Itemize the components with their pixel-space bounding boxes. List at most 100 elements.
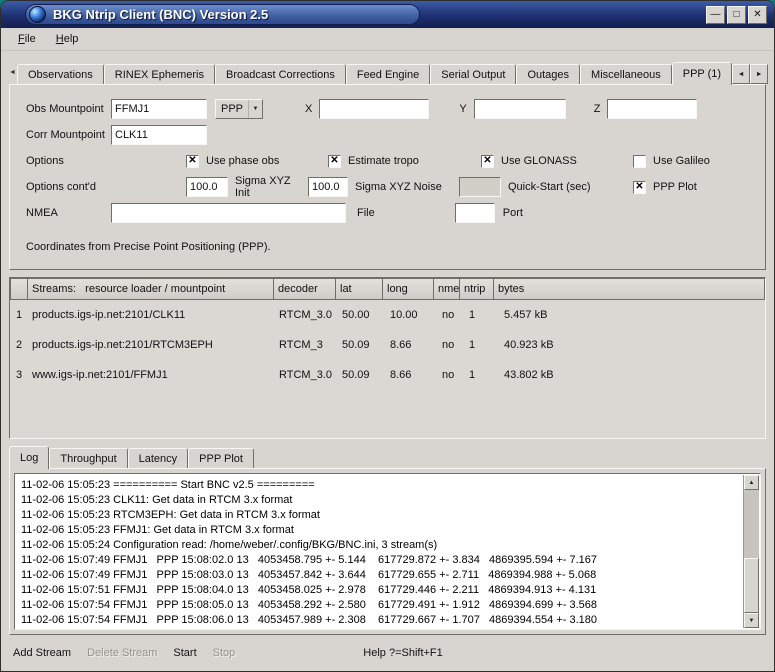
obs-mountpoint-label: Obs Mountpoint bbox=[26, 103, 111, 115]
stream-nmea: no bbox=[438, 369, 465, 381]
options-row: Options ✕ Use phase obs ✕ Estimate tropo… bbox=[26, 148, 749, 174]
tab-log[interactable]: Log bbox=[9, 446, 49, 469]
scroll-down-icon[interactable]: ▼ bbox=[744, 613, 759, 628]
tab-outages[interactable]: Outages bbox=[516, 64, 580, 84]
nmea-port-input[interactable] bbox=[455, 203, 495, 223]
log-panel: 11-02-06 15:05:23 ========== Start BNC v… bbox=[9, 468, 766, 635]
tab-observations[interactable]: Observations bbox=[17, 64, 104, 84]
sigma-xyz-init-input[interactable] bbox=[186, 177, 228, 197]
stream-lat: 50.09 bbox=[338, 369, 386, 381]
scrollbar-thumb[interactable] bbox=[744, 558, 759, 613]
x-input[interactable] bbox=[319, 99, 429, 119]
tab-latency[interactable]: Latency bbox=[128, 448, 189, 468]
estimate-tropo-checkbox[interactable]: ✕ bbox=[328, 155, 341, 168]
scroll-up-icon[interactable]: ▲ bbox=[744, 475, 759, 490]
ppp-plot-checkbox[interactable]: ✕ bbox=[633, 181, 646, 194]
tab-ppp-plot[interactable]: PPP Plot bbox=[188, 448, 254, 468]
nmea-file-input[interactable] bbox=[111, 203, 346, 223]
sigma-xyz-noise-input[interactable] bbox=[308, 177, 348, 197]
quick-start-group: Quick-Start (sec) bbox=[459, 177, 633, 197]
header-bytes: bytes bbox=[493, 278, 765, 300]
header-lat: lat bbox=[335, 278, 383, 300]
streams-table: Streams: resource loader / mountpoint de… bbox=[9, 277, 766, 439]
add-stream-button[interactable]: Add Stream bbox=[13, 647, 71, 659]
log-lines: 11-02-06 15:05:23 ========== Start BNC v… bbox=[16, 475, 742, 628]
tab-ppp[interactable]: PPP (1) bbox=[672, 62, 732, 85]
stream-nmea: no bbox=[438, 309, 465, 321]
stream-mountpoint: www.igs-ip.net:2101/FFMJ1 bbox=[28, 369, 275, 381]
window-controls: — □ ✕ bbox=[706, 6, 767, 24]
tab-rinex-ephemeris[interactable]: RINEX Ephemeris bbox=[104, 64, 215, 84]
close-button[interactable]: ✕ bbox=[748, 6, 767, 24]
nmea-file-label: File bbox=[357, 207, 375, 219]
stream-ntrip: 1 bbox=[465, 339, 500, 351]
action-bar: Add Stream Delete Stream Start Stop Help… bbox=[1, 635, 774, 659]
sigma-xyz-init-group: Sigma XYZ Init bbox=[186, 175, 308, 199]
quick-start-input bbox=[459, 177, 501, 197]
stream-decoder: RTCM_3.0 bbox=[275, 309, 338, 321]
use-phase-obs-checkbox[interactable]: ✕ bbox=[186, 155, 199, 168]
estimate-tropo-label: Estimate tropo bbox=[348, 155, 419, 167]
header-long: long bbox=[382, 278, 434, 300]
log-line: 11-02-06 15:07:49 FFMJ1 PPP 15:08:03.0 1… bbox=[21, 568, 737, 583]
stream-row[interactable]: 3 www.igs-ip.net:2101/FFMJ1 RTCM_3.0 50.… bbox=[10, 360, 765, 390]
header-nmea: nmea bbox=[433, 278, 460, 300]
tab-miscellaneous[interactable]: Miscellaneous bbox=[580, 64, 672, 84]
ppp-mode-value: PPP bbox=[221, 103, 243, 115]
tab-scroll-left-button[interactable]: ◄ bbox=[732, 64, 750, 84]
stream-ntrip: 1 bbox=[465, 309, 500, 321]
log-scrollbar[interactable]: ▲ ▼ bbox=[743, 475, 759, 628]
use-phase-obs-option: ✕ Use phase obs bbox=[186, 155, 328, 168]
stream-row[interactable]: 2 products.igs-ip.net:2101/RTCM3EPH RTCM… bbox=[10, 330, 765, 360]
quick-start-label: Quick-Start (sec) bbox=[508, 181, 591, 193]
use-glonass-option: ✕ Use GLONASS bbox=[481, 155, 633, 168]
nmea-port-label: Port bbox=[503, 207, 523, 219]
minimize-button[interactable]: — bbox=[706, 6, 725, 24]
tab-scroll-right-button[interactable]: ► bbox=[750, 64, 768, 84]
stream-lat: 50.09 bbox=[338, 339, 386, 351]
log-line: 11-02-06 15:07:51 FFMJ1 PPP 15:08:04.0 1… bbox=[21, 583, 737, 598]
menu-file[interactable]: File bbox=[9, 30, 45, 48]
bnc-window: BKG Ntrip Client (BNC) Version 2.5 — □ ✕… bbox=[0, 0, 775, 672]
log-line: 11-02-06 15:05:24 Configuration read: /h… bbox=[21, 538, 737, 553]
start-button[interactable]: Start bbox=[173, 647, 196, 659]
ppp-mode-select[interactable]: PPP ▼ bbox=[215, 99, 263, 119]
corr-mountpoint-input[interactable] bbox=[111, 125, 207, 145]
options-contd-label: Options cont'd bbox=[26, 181, 111, 193]
bnc-app-icon bbox=[29, 6, 46, 23]
use-galileo-checkbox[interactable] bbox=[633, 155, 646, 168]
nmea-row: NMEA File Port bbox=[26, 200, 749, 226]
stream-mountpoint: products.igs-ip.net:2101/CLK11 bbox=[28, 309, 275, 321]
corr-mountpoint-label: Corr Mountpoint bbox=[26, 129, 111, 141]
header-mountpoint: Streams: resource loader / mountpoint bbox=[27, 278, 274, 300]
log-area[interactable]: 11-02-06 15:05:23 ========== Start BNC v… bbox=[14, 473, 761, 630]
ppp-description: Coordinates from Precise Point Positioni… bbox=[26, 241, 749, 253]
y-input[interactable] bbox=[474, 99, 566, 119]
use-glonass-checkbox[interactable]: ✕ bbox=[481, 155, 494, 168]
sigma-xyz-noise-label: Sigma XYZ Noise bbox=[355, 181, 442, 193]
titlebar[interactable]: BKG Ntrip Client (BNC) Version 2.5 — □ ✕ bbox=[1, 1, 774, 28]
log-line: 11-02-06 15:07:49 FFMJ1 PPP 15:08:02.0 1… bbox=[21, 553, 737, 568]
chevron-down-icon: ▼ bbox=[248, 100, 262, 118]
obs-mountpoint-input[interactable] bbox=[111, 99, 207, 119]
log-line: 11-02-06 15:05:23 ========== Start BNC v… bbox=[21, 478, 737, 493]
stream-ntrip: 1 bbox=[465, 369, 500, 381]
stream-nmea: no bbox=[438, 339, 465, 351]
help-button[interactable]: Help ?=Shift+F1 bbox=[363, 647, 443, 659]
row-number: 3 bbox=[10, 369, 28, 381]
maximize-button[interactable]: □ bbox=[727, 6, 746, 24]
stream-decoder: RTCM_3.0 bbox=[275, 369, 338, 381]
stream-row[interactable]: 1 products.igs-ip.net:2101/CLK11 RTCM_3.… bbox=[10, 300, 765, 330]
tab-broadcast-corrections[interactable]: Broadcast Corrections bbox=[215, 64, 346, 84]
tab-feed-engine[interactable]: Feed Engine bbox=[346, 64, 430, 84]
ppp-plot-option: ✕ PPP Plot bbox=[633, 181, 697, 194]
tab-serial-output[interactable]: Serial Output bbox=[430, 64, 516, 84]
header-decoder: decoder bbox=[273, 278, 336, 300]
menu-help[interactable]: Help bbox=[47, 30, 88, 48]
use-phase-obs-label: Use phase obs bbox=[206, 155, 279, 167]
z-label: Z bbox=[594, 103, 601, 115]
sigma-xyz-noise-group: Sigma XYZ Noise bbox=[308, 177, 459, 197]
z-input[interactable] bbox=[607, 99, 697, 119]
tab-throughput[interactable]: Throughput bbox=[49, 448, 127, 468]
log-line: 11-02-06 15:05:23 FFMJ1: Get data in RTC… bbox=[21, 523, 737, 538]
